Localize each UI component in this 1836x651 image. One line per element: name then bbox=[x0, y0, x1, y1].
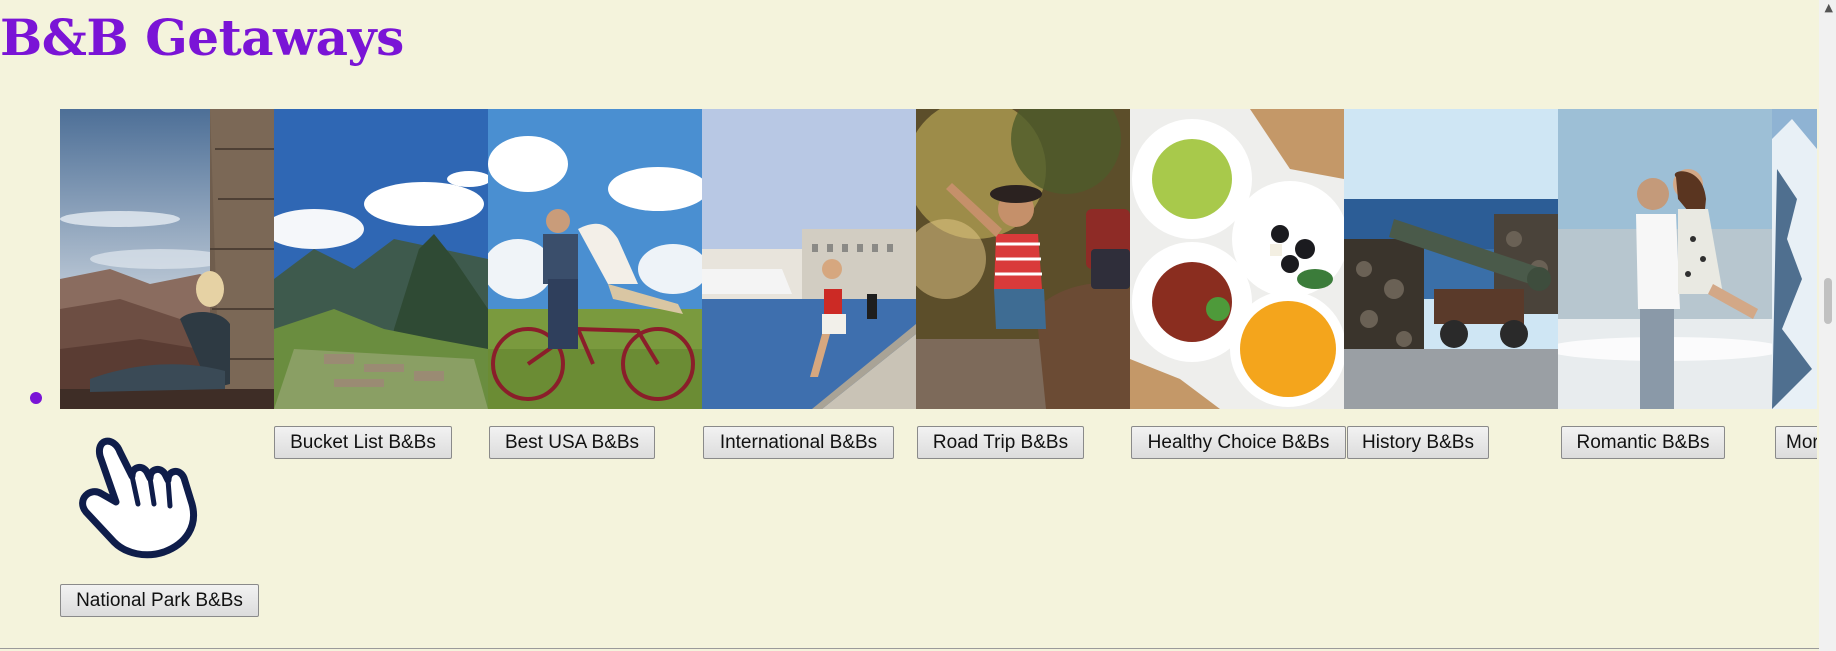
tile-image-international[interactable] bbox=[702, 109, 916, 409]
vertical-scrollbar[interactable]: ▲ bbox=[1819, 0, 1836, 651]
scroll-thumb[interactable] bbox=[1824, 278, 1832, 324]
scroll-up-arrow-icon[interactable]: ▲ bbox=[1825, 2, 1833, 13]
carousel-strip bbox=[60, 109, 1817, 409]
healthy-choice-button[interactable]: Healthy Choice B&Bs bbox=[1131, 426, 1346, 459]
tile-image-history[interactable] bbox=[1344, 109, 1558, 409]
tile-image-road-trip[interactable] bbox=[916, 109, 1130, 409]
more-button-clip: More B&Bs bbox=[1775, 426, 1817, 460]
romantic-button[interactable]: Romantic B&Bs bbox=[1561, 426, 1725, 459]
tile-image-bucket-list[interactable] bbox=[274, 109, 488, 409]
international-button[interactable]: International B&Bs bbox=[703, 426, 894, 459]
history-button[interactable]: History B&Bs bbox=[1347, 426, 1489, 459]
tile-image-more[interactable] bbox=[1772, 109, 1817, 409]
page-title: B&B Getaways bbox=[0, 8, 404, 67]
national-park-button[interactable]: National Park B&Bs bbox=[60, 584, 259, 617]
more-button[interactable]: More B&Bs bbox=[1775, 426, 1817, 459]
tile-image-romantic[interactable] bbox=[1558, 109, 1772, 409]
best-usa-button[interactable]: Best USA B&Bs bbox=[489, 426, 655, 459]
bucket-list-button[interactable]: Bucket List B&Bs bbox=[274, 426, 452, 459]
tile-image-healthy-choice[interactable] bbox=[1130, 109, 1344, 409]
list-bullet bbox=[30, 392, 42, 404]
pointing-hand-cursor-icon bbox=[68, 424, 208, 564]
road-trip-button[interactable]: Road Trip B&Bs bbox=[917, 426, 1084, 459]
tile-image-national-park[interactable] bbox=[60, 109, 274, 409]
tile-image-best-usa[interactable] bbox=[488, 109, 702, 409]
bottom-divider bbox=[0, 648, 1819, 649]
